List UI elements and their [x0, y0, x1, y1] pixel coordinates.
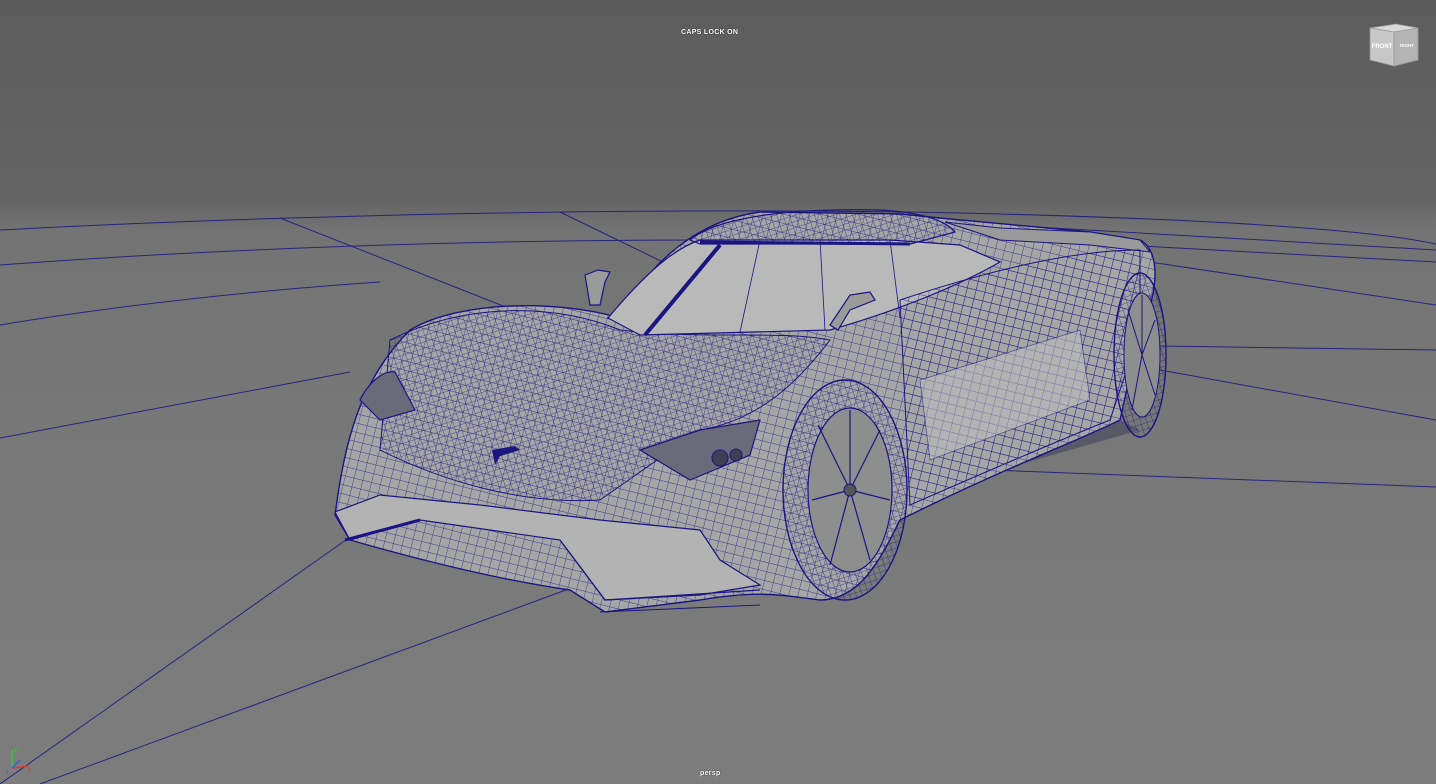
- rear-right-wheel: [1113, 272, 1167, 438]
- view-cube-right-label[interactable]: RIGHT: [1400, 43, 1414, 48]
- axis-y-label: y: [14, 747, 17, 753]
- camera-name-label[interactable]: persp: [700, 770, 721, 777]
- left-mirror: [584, 269, 611, 306]
- view-cube[interactable]: FRONT RIGHT: [1364, 20, 1422, 70]
- roof: [688, 209, 957, 245]
- view-cube-front-label[interactable]: FRONT: [1372, 44, 1393, 50]
- scene-canvas[interactable]: [0, 0, 1436, 784]
- caps-lock-indicator: CAPS LOCK ON: [681, 29, 739, 36]
- car-model: [334, 209, 1167, 613]
- perspective-viewport[interactable]: CAPS LOCK ON persp FRONT RIGHT y x z: [0, 0, 1436, 784]
- axis-x-label: x: [28, 768, 31, 774]
- front-right-wheel: [782, 379, 908, 601]
- axis-z-label: z: [6, 770, 9, 774]
- axis-gizmo: y x z: [6, 747, 31, 774]
